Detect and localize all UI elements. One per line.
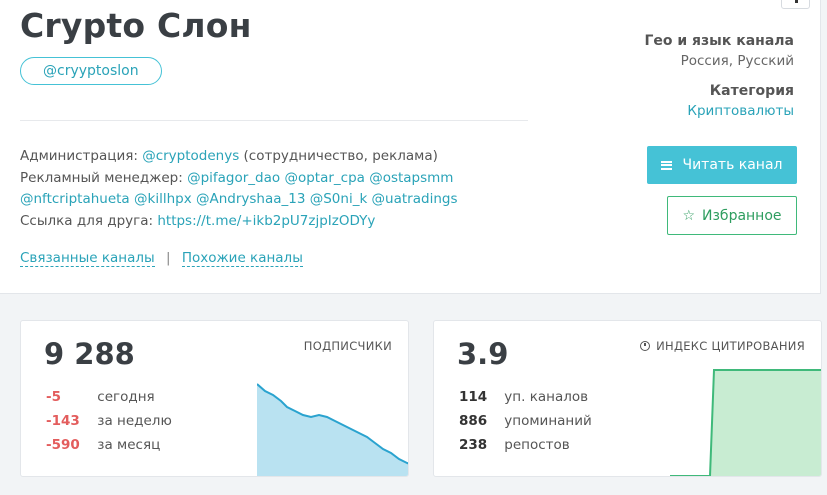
- delta-today: -5: [46, 389, 61, 405]
- stat-row: -590 за месяц: [46, 437, 160, 453]
- read-channel-button[interactable]: Читать канал: [647, 146, 797, 184]
- mentions-label: упоминаний: [504, 413, 592, 429]
- category-label: Категория: [709, 83, 794, 99]
- citation-index-value: 3.9: [457, 337, 509, 371]
- mentions-count: 886: [459, 413, 488, 429]
- clock-icon: [640, 341, 651, 351]
- divider: [20, 120, 528, 121]
- admin-label: Администрация:: [20, 148, 138, 164]
- separator: |: [165, 250, 171, 266]
- related-channels-link[interactable]: Связанные каналы: [20, 250, 155, 267]
- channel-title: Crypto Слон: [20, 6, 252, 45]
- channel-handle-badge[interactable]: @cryyptoslon: [20, 57, 162, 85]
- channels-count: 114: [459, 389, 488, 405]
- favorite-label: Избранное: [702, 207, 782, 224]
- favorite-button[interactable]: ☆ Избранное: [667, 196, 797, 235]
- admin-line: Администрация: @cryptodenys (сотрудничес…: [20, 146, 540, 168]
- subscribers-label: ПОДПИСЧИКИ: [303, 339, 392, 353]
- geo-label: Гео и язык канала: [644, 33, 794, 49]
- delta-week: -143: [46, 413, 80, 429]
- manager-links-1[interactable]: @pifagor_dao @optar_cpa @ostapsmm: [187, 170, 453, 186]
- citation-trend-chart: [670, 369, 821, 476]
- stat-row: 886 упоминаний: [459, 413, 592, 429]
- similar-channels-link[interactable]: Похожие каналы: [181, 250, 303, 267]
- stat-row: 114 уп. каналов: [459, 389, 588, 405]
- delta-month-label: за месяц: [97, 437, 161, 453]
- admin-note: (сотрудничество, реклама): [243, 148, 438, 164]
- citation-label-wrap: ИНДЕКС ЦИТИРОВАНИЯ: [640, 339, 805, 353]
- stat-row: -143 за неделю: [46, 413, 172, 429]
- star-icon: ☆: [682, 207, 696, 224]
- list-icon: [661, 160, 673, 170]
- subscribers-trend-chart: [257, 383, 408, 476]
- friend-label: Ссылка для друга:: [20, 212, 154, 229]
- stat-row: -5 сегодня: [46, 389, 155, 405]
- delta-today-label: сегодня: [97, 389, 155, 405]
- stat-row: 238 репостов: [459, 437, 570, 453]
- citation-area: [670, 370, 821, 476]
- subscribers-card: 9 288 ПОДПИСЧИКИ -5 сегодня -143 за неде…: [20, 320, 409, 477]
- reposts-count: 238: [459, 437, 488, 453]
- friend-line: Ссылка для друга: https://t.me/+ikb2pU7z…: [20, 211, 540, 233]
- delta-week-label: за неделю: [97, 413, 172, 429]
- manager-line-2: @nftcriptahueta @killhpx @Andryshaa_13 @…: [20, 189, 540, 211]
- citation-card: 3.9 ИНДЕКС ЦИТИРОВАНИЯ 114 уп. каналов 8…: [433, 320, 822, 477]
- friend-link[interactable]: https://t.me/+ikb2pU7zjpIzODYy: [157, 213, 375, 229]
- subscribers-count: 9 288: [44, 337, 135, 371]
- category-link[interactable]: Криптовалюты: [687, 103, 794, 119]
- related-links: Связанные каналы | Похожие каналы: [20, 250, 303, 267]
- manager-label: Рекламный менеджер:: [20, 169, 183, 186]
- reposts-label: репостов: [504, 437, 570, 453]
- manager-line: Рекламный менеджер: @pifagor_dao @optar_…: [20, 168, 540, 190]
- citation-label: ИНДЕКС ЦИТИРОВАНИЯ: [656, 339, 805, 353]
- admin-link[interactable]: @cryptodenys: [142, 148, 239, 164]
- subscribers-area: [257, 384, 408, 476]
- manager-links-2[interactable]: @nftcriptahueta @killhpx @Andryshaa_13 @…: [20, 191, 457, 207]
- channel-header-card: Crypto Слон @cryyptoslon Администрация: …: [0, 0, 821, 294]
- channel-contacts: Администрация: @cryptodenys (сотрудничес…: [20, 146, 540, 232]
- read-channel-label: Читать канал: [682, 157, 783, 173]
- menu-toggle-button[interactable]: [781, 0, 810, 9]
- geo-value: Россия, Русский: [680, 53, 794, 69]
- channels-label: уп. каналов: [504, 389, 589, 405]
- delta-month: -590: [46, 437, 80, 453]
